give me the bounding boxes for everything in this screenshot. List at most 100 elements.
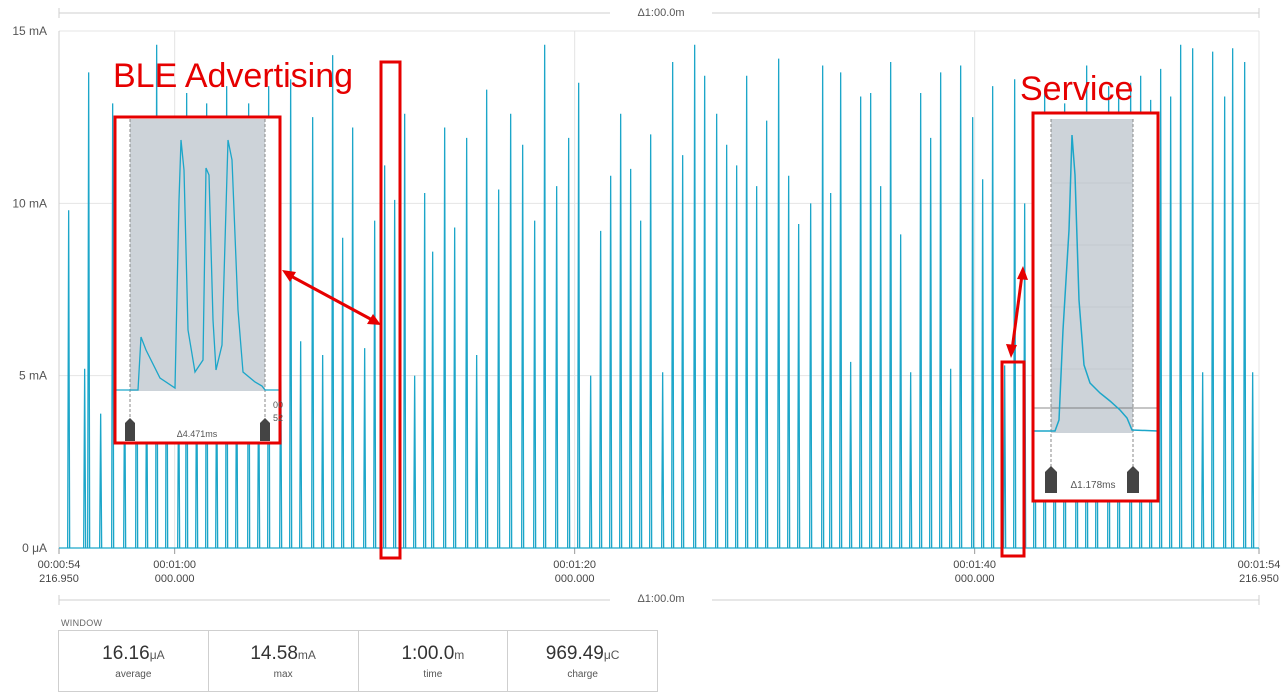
trace-spike bbox=[725, 144, 729, 549]
trace-spike bbox=[453, 227, 457, 549]
x-tick-label: 00:01:54 bbox=[1238, 559, 1281, 571]
trace-spike bbox=[431, 251, 435, 549]
trace-spike bbox=[1211, 51, 1215, 549]
trace-spike bbox=[299, 341, 303, 549]
stat-charge-value: 969.49 bbox=[545, 643, 604, 664]
trace-spike bbox=[465, 137, 469, 549]
ble-advertising-title: BLE Advertising bbox=[113, 57, 353, 95]
trace-spike bbox=[567, 137, 571, 549]
y-tick-label: 10 mA bbox=[12, 196, 47, 210]
trace-spike bbox=[599, 230, 603, 549]
stat-time-value: 1:00.0 bbox=[401, 643, 455, 664]
trace-spike bbox=[671, 62, 675, 549]
ble-inset-selection bbox=[130, 119, 265, 391]
stat-time: 1:00.0m time bbox=[359, 631, 509, 691]
trace-spike bbox=[959, 65, 963, 549]
trace-spike bbox=[509, 113, 513, 549]
window-section-label: WINDOW bbox=[61, 618, 103, 628]
trace-spike bbox=[609, 175, 613, 549]
trace-spike bbox=[1003, 365, 1007, 549]
trace-spike bbox=[87, 72, 91, 549]
trace-spike bbox=[1251, 372, 1255, 549]
x-tick-sublabel: 000.000 bbox=[155, 573, 195, 585]
stat-time-label: time bbox=[423, 669, 443, 680]
service-title: Service bbox=[1020, 70, 1133, 108]
ble-clipped-label-bottom: 52 bbox=[273, 413, 283, 423]
trace-spike bbox=[543, 44, 547, 549]
trace-spike bbox=[311, 117, 315, 549]
trace-spike bbox=[83, 368, 87, 549]
x-tick-sublabel: 216.950 bbox=[39, 573, 79, 585]
trace-spike bbox=[521, 144, 525, 549]
trace-spike bbox=[649, 134, 653, 549]
trace-spike bbox=[99, 413, 103, 549]
trace-spike bbox=[693, 44, 697, 549]
trace-spike bbox=[67, 210, 71, 549]
x-tick-sublabel: 000.000 bbox=[555, 573, 595, 585]
y-tick-label: 5 mA bbox=[19, 369, 47, 383]
trace-spike bbox=[797, 224, 801, 549]
stat-charge-label: charge bbox=[567, 669, 598, 680]
stat-average-label: average bbox=[115, 669, 152, 680]
y-tick-label: 0 μA bbox=[22, 541, 47, 555]
service-arrow-line bbox=[1010, 274, 1024, 351]
service-arrow-head-start bbox=[1017, 266, 1028, 280]
trace-spike bbox=[879, 186, 883, 549]
trace-spike bbox=[341, 237, 345, 549]
stat-average-unit: μA bbox=[149, 648, 165, 662]
trace-spike bbox=[1169, 96, 1173, 549]
trace-spike bbox=[1223, 96, 1227, 549]
stat-charge: 969.49μC charge bbox=[508, 631, 657, 691]
trace-spike bbox=[289, 79, 293, 549]
trace-spike bbox=[949, 368, 953, 549]
ble-delta-label: Δ4.471ms bbox=[177, 429, 218, 439]
trace-spike bbox=[859, 96, 863, 549]
trace-spike bbox=[331, 55, 335, 549]
trace-spike bbox=[485, 89, 489, 549]
x-tick-label: 00:01:00 bbox=[153, 559, 196, 571]
trace-spike bbox=[111, 103, 115, 549]
x-tick-label: 00:01:40 bbox=[953, 559, 996, 571]
trace-spike bbox=[383, 165, 387, 549]
window-range-bottom: Δ1:00.0m bbox=[610, 593, 712, 605]
trace-spike bbox=[363, 348, 367, 549]
stat-max-label: max bbox=[273, 669, 293, 680]
trace-spike bbox=[971, 117, 975, 549]
trace-spike bbox=[899, 234, 903, 549]
trace-spike bbox=[497, 189, 501, 549]
trace-spike bbox=[423, 192, 427, 549]
trace-spike bbox=[829, 192, 833, 549]
trace-spike bbox=[533, 220, 537, 549]
trace-spike bbox=[909, 372, 913, 549]
trace-spike bbox=[787, 175, 791, 549]
x-tick-sublabel: 000.000 bbox=[955, 573, 995, 585]
trace-spike bbox=[809, 203, 813, 549]
trace-spike bbox=[443, 127, 447, 549]
trace-spike bbox=[765, 120, 769, 549]
trace-spike bbox=[619, 113, 623, 549]
window-range-top: Δ1:00.0m bbox=[610, 7, 712, 19]
trace-spike bbox=[715, 113, 719, 549]
trace-spike bbox=[777, 58, 781, 549]
trace-spike bbox=[1201, 372, 1205, 549]
stat-average-value: 16.16 bbox=[102, 643, 150, 664]
trace-spike bbox=[321, 354, 325, 549]
trace-spike bbox=[1243, 62, 1247, 549]
trace-spike bbox=[919, 93, 923, 549]
stat-max-value: 14.58 bbox=[250, 643, 298, 664]
trace-spike bbox=[981, 179, 985, 549]
trace-spike bbox=[639, 220, 643, 549]
trace-spike bbox=[735, 165, 739, 549]
trace-spike bbox=[1231, 48, 1235, 549]
stat-max-unit: mA bbox=[297, 648, 316, 662]
stat-time-unit: m bbox=[454, 648, 465, 662]
ble-clipped-label-top: 00 bbox=[273, 400, 283, 410]
trace-spike bbox=[351, 127, 355, 549]
trace-spike bbox=[413, 375, 417, 549]
trace-spike bbox=[681, 155, 685, 549]
trace-spike bbox=[403, 113, 407, 549]
trace-spike bbox=[745, 75, 749, 549]
stat-average: 16.16μA average bbox=[59, 631, 209, 691]
trace-spike bbox=[755, 186, 759, 549]
x-tick-label: 00:01:20 bbox=[553, 559, 596, 571]
